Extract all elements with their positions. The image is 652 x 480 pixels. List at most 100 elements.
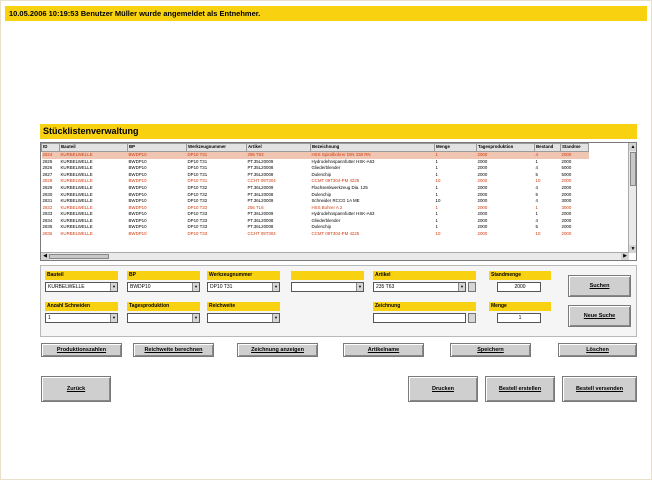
table-cell: 2830 (42, 191, 53, 197)
table-row[interactable]: 2836 KURBELWELLE BWDP10 DP10 T33 CCHT 09T304… (42, 231, 589, 238)
scroll-down-icon[interactable]: ▼ (629, 245, 636, 253)
menge-input[interactable]: 1 (497, 313, 541, 323)
table-cell: 1 (435, 171, 438, 177)
table-cell: 1 (535, 204, 538, 210)
table-cell: 2827 (42, 171, 53, 177)
parts-edit-form: Bauteil BP Werkzeugnummer Artikel Standm… (40, 265, 637, 337)
chevron-down-icon[interactable]: ▼ (272, 283, 279, 291)
chevron-down-icon[interactable]: ▼ (356, 283, 363, 291)
table-cell: BWDP10 (128, 178, 147, 184)
table-row[interactable]: 2834 KURBELWELLE BWDP10 DP10 T33 PT.36L20008… (42, 218, 589, 225)
produktionszahlen-button[interactable]: Produktionszahlen (41, 343, 122, 357)
neue-suche-button[interactable]: Neue Suche (568, 305, 631, 327)
table-cell: 4 (535, 165, 538, 171)
table-header-row: ID Bauteil BP Werkzeugnummer Artikel Bezeichn… (41, 143, 589, 152)
table-cell: Dulenchip (311, 224, 332, 230)
table-cell: Hydrodehnspannfutter HSK-A63 (311, 211, 375, 217)
table-row[interactable]: 2824 KURBELWELLE BWDP10 DP10 T31 295 T63 HSS … (41, 151, 589, 159)
scroll-up-icon[interactable]: ▲ (629, 143, 636, 151)
reichweite-select[interactable]: ▼ (207, 313, 280, 323)
table-cell: KURBELWELLE (60, 211, 93, 217)
anzahl-schneiden-select[interactable]: 1 ▼ (45, 313, 118, 323)
table-cell: PT.36L20009 (247, 198, 274, 204)
column-header[interactable]: ID (41, 143, 60, 152)
table-cell: 2000 (476, 151, 535, 159)
table-cell: 3000 (561, 204, 572, 210)
werkzeugnummer-select[interactable]: DP10 T31 ▼ (207, 282, 280, 292)
table-cell: 4 (535, 217, 538, 223)
chevron-down-icon[interactable]: ▼ (458, 283, 465, 291)
column-header[interactable]: BP (127, 143, 187, 152)
column-header[interactable]: Bauteil (59, 143, 128, 152)
horizontal-scrollbar[interactable]: ◀ ▶ (41, 252, 629, 260)
table-row[interactable]: 2825 KURBELWELLE BWDP10 DP10 T31 PT.35L20009… (42, 159, 589, 166)
anzahl-schneiden-label: Anzahl Schneiden (45, 302, 118, 311)
table-cell: DP10 T33 (187, 224, 208, 230)
table-row[interactable]: 2829 KURBELWELLE BWDP10 DP10 T32 PT.36L20009… (42, 185, 589, 192)
scroll-thumb[interactable] (630, 152, 636, 186)
table-row[interactable]: 2835 KURBELWELLE BWDP10 DP10 T33 PT.36L20008… (42, 224, 589, 231)
table-cell: Gliederblender (311, 165, 341, 171)
column-header[interactable]: Menge (434, 143, 477, 152)
zeichnung-input[interactable] (373, 313, 466, 323)
status-message-bar: 10.05.2006 10:19:53 Benutzer Müller wurd… (5, 6, 647, 21)
suchen-button[interactable]: Suchen (568, 275, 631, 297)
chevron-down-icon[interactable]: ▼ (192, 314, 199, 322)
tagesproduktion-select[interactable]: ▼ (127, 313, 200, 323)
table-cell: DP10 T31 (187, 165, 208, 171)
table-cell: 2835 (42, 224, 53, 230)
table-cell: DP10 T32 (187, 184, 208, 190)
column-header[interactable]: Bezeichnung (310, 143, 435, 152)
table-cell: KURBELWELLE (60, 158, 93, 164)
zeichnung-lookup-button[interactable] (468, 313, 476, 323)
chevron-down-icon[interactable]: ▼ (192, 283, 199, 291)
artikel-select[interactable]: 235 T63 ▼ (373, 282, 466, 292)
table-row[interactable]: 2828 KURBELWELLE BWDP10 DP10 T31 CCHT 09T304… (42, 178, 589, 185)
scroll-left-icon[interactable]: ◀ (41, 253, 49, 260)
blank-select[interactable]: ▼ (291, 282, 364, 292)
table-cell: 2000 (477, 198, 488, 204)
standmenge-input[interactable]: 2000 (497, 282, 541, 292)
artikel-lookup-button[interactable] (468, 282, 476, 292)
chevron-down-icon[interactable]: ▼ (110, 283, 117, 291)
column-header[interactable]: Tagesproduktion (476, 143, 535, 152)
table-row[interactable]: 2833 KURBELWELLE BWDP10 DP10 T33 PT.36L20009… (42, 211, 589, 218)
table-row[interactable]: 2831 KURBELWELLE BWDP10 DP10 T32 PT.36L20009… (42, 198, 589, 205)
column-header[interactable]: Werkzeugnummer (186, 143, 247, 152)
drucken-button[interactable]: Drucken (408, 376, 478, 402)
hscroll-thumb[interactable] (49, 254, 109, 259)
table-cell: BWDP10 (128, 204, 147, 210)
table-cell: 2000 (477, 184, 488, 190)
bp-select[interactable]: BWDP10 ▼ (127, 282, 200, 292)
reichweite-berechnen-button[interactable]: Reichweite berechnen (133, 343, 214, 357)
bestell-erstellen-button[interactable]: Bestell erstellen (485, 376, 555, 402)
table-row[interactable]: 2832 KURBELWELLE BWDP10 DP10 T32 256 TL6 HSS … (42, 205, 589, 212)
column-header[interactable]: Standme (560, 143, 589, 152)
artikelname-button[interactable]: Artikelname (343, 343, 424, 357)
table-row[interactable]: 2827 KURBELWELLE BWDP10 DP10 T31 PT.35L20008… (42, 172, 589, 179)
table-row[interactable]: 2830 KURBELWELLE BWDP10 DP10 T32 PT.36L20008… (42, 191, 589, 198)
column-header[interactable]: Artikel (246, 143, 311, 152)
chevron-down-icon[interactable]: ▼ (110, 314, 117, 322)
vertical-scrollbar[interactable]: ▲ ▼ (628, 143, 636, 253)
table-cell: PT.36L20008 (247, 224, 274, 230)
column-header[interactable]: Bestand (534, 143, 561, 152)
table-cell: 2000 (561, 158, 572, 164)
table-cell: 2836 (42, 231, 53, 237)
table-cell: KURBELWELLE (60, 191, 93, 197)
table-row[interactable]: 2826 KURBELWELLE BWDP10 DP10 T31 PT.35L20008… (42, 165, 589, 172)
table-cell: KURBELWELLE (60, 165, 93, 171)
scroll-right-icon[interactable]: ▶ (621, 253, 629, 260)
table-cell: 2000 (561, 178, 572, 184)
zeichnung-anzeigen-button[interactable]: Zeichnung anzeigen (237, 343, 318, 357)
table-cell: Gliederblender (311, 217, 341, 223)
table-cell: Flachsenkwerkzeug Dia. 125 (311, 184, 368, 190)
zurueck-button[interactable]: Zurück (41, 376, 111, 402)
app-window: 10.05.2006 10:19:53 Benutzer Müller wurd… (0, 0, 652, 480)
parts-list-grid[interactable]: ID Bauteil BP Werkzeugnummer Artikel Bezeichn… (40, 142, 637, 261)
loeschen-button[interactable]: Löschen (558, 343, 637, 357)
bestell-versenden-button[interactable]: Bestell versenden (562, 376, 637, 402)
chevron-down-icon[interactable]: ▼ (272, 314, 279, 322)
bauteil-select[interactable]: KURBELWELLE ▼ (45, 282, 118, 292)
speichern-button[interactable]: Speichern (450, 343, 531, 357)
